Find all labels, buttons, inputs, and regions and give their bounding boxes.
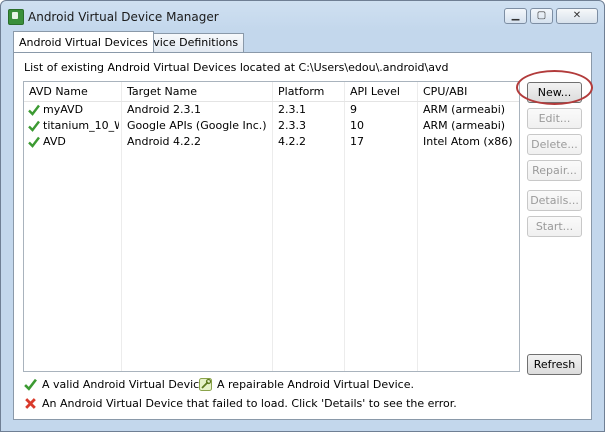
minimize-button[interactable]: ▁ [504,8,527,24]
delete-button[interactable]: Delete... [527,134,582,155]
column-header-api-level[interactable]: API Level [350,85,400,98]
tab-android-virtual-devices[interactable]: Android Virtual Devices [13,31,154,52]
title-bar[interactable]: Android Virtual Device Manager ▁ ▢ ✕ [1,1,604,31]
api-level: 9 [350,103,357,116]
avd-manager-window: Android Virtual Device Manager ▁ ▢ ✕ And… [0,0,605,432]
column-header-cpu-abi[interactable]: CPU/ABI [423,85,467,98]
legend-repairable-text: A repairable Android Virtual Device. [217,378,414,391]
avd-location-label: List of existing Android Virtual Devices… [24,61,449,74]
maximize-button[interactable]: ▢ [530,8,553,24]
avd-panel: List of existing Android Virtual Devices… [13,52,593,420]
android-app-icon [8,9,24,25]
column-header-avd-name[interactable]: AVD Name [29,85,88,98]
new-button-highlight-ring [516,70,593,105]
avd-name: AVD [43,135,66,148]
table-row[interactable]: AVD Android 4.2.2 4.2.2 17 Intel Atom (x… [24,134,519,150]
platform: 2.3.3 [278,119,306,132]
valid-check-icon [24,378,37,391]
details-button[interactable]: Details... [527,190,582,211]
cpu-abi: Intel Atom (x86) [423,135,513,148]
legend-failed-text: An Android Virtual Device that failed to… [42,397,457,410]
refresh-button[interactable]: Refresh [527,354,582,375]
repair-icon [199,378,212,391]
legend-valid-text: A valid Android Virtual Device. [42,378,210,391]
valid-check-icon [28,104,40,116]
platform: 2.3.1 [278,103,306,116]
avd-table[interactable]: AVD Name Target Name Platform API Level … [23,81,520,372]
repair-button[interactable]: Repair... [527,160,582,181]
start-button[interactable]: Start... [527,216,582,237]
table-row[interactable]: myAVD Android 2.3.1 2.3.1 9 ARM (armeabi… [24,102,519,118]
column-header-platform[interactable]: Platform [278,85,324,98]
window-title: Android Virtual Device Manager [28,10,219,24]
error-x-icon [25,398,36,409]
table-header: AVD Name Target Name Platform API Level … [24,82,519,102]
close-button[interactable]: ✕ [556,8,598,24]
avd-name: myAVD [43,103,84,116]
edit-button[interactable]: Edit... [527,108,582,129]
api-level: 17 [350,135,364,148]
valid-check-icon [28,136,40,148]
valid-check-icon [28,120,40,132]
cpu-abi: ARM (armeabi) [423,103,506,116]
column-header-target-name[interactable]: Target Name [127,85,197,98]
cpu-abi: ARM (armeabi) [423,119,506,132]
window-controls: ▁ ▢ ✕ [504,8,598,24]
platform: 4.2.2 [278,135,306,148]
target-name: Android 2.3.1 [127,103,202,116]
target-name: Google APIs (Google Inc.) [127,119,267,132]
table-row[interactable]: titanium_10_W... Google APIs (Google Inc… [24,118,519,134]
api-level: 10 [350,119,364,132]
avd-name: titanium_10_W... [43,119,119,132]
target-name: Android 4.2.2 [127,135,202,148]
